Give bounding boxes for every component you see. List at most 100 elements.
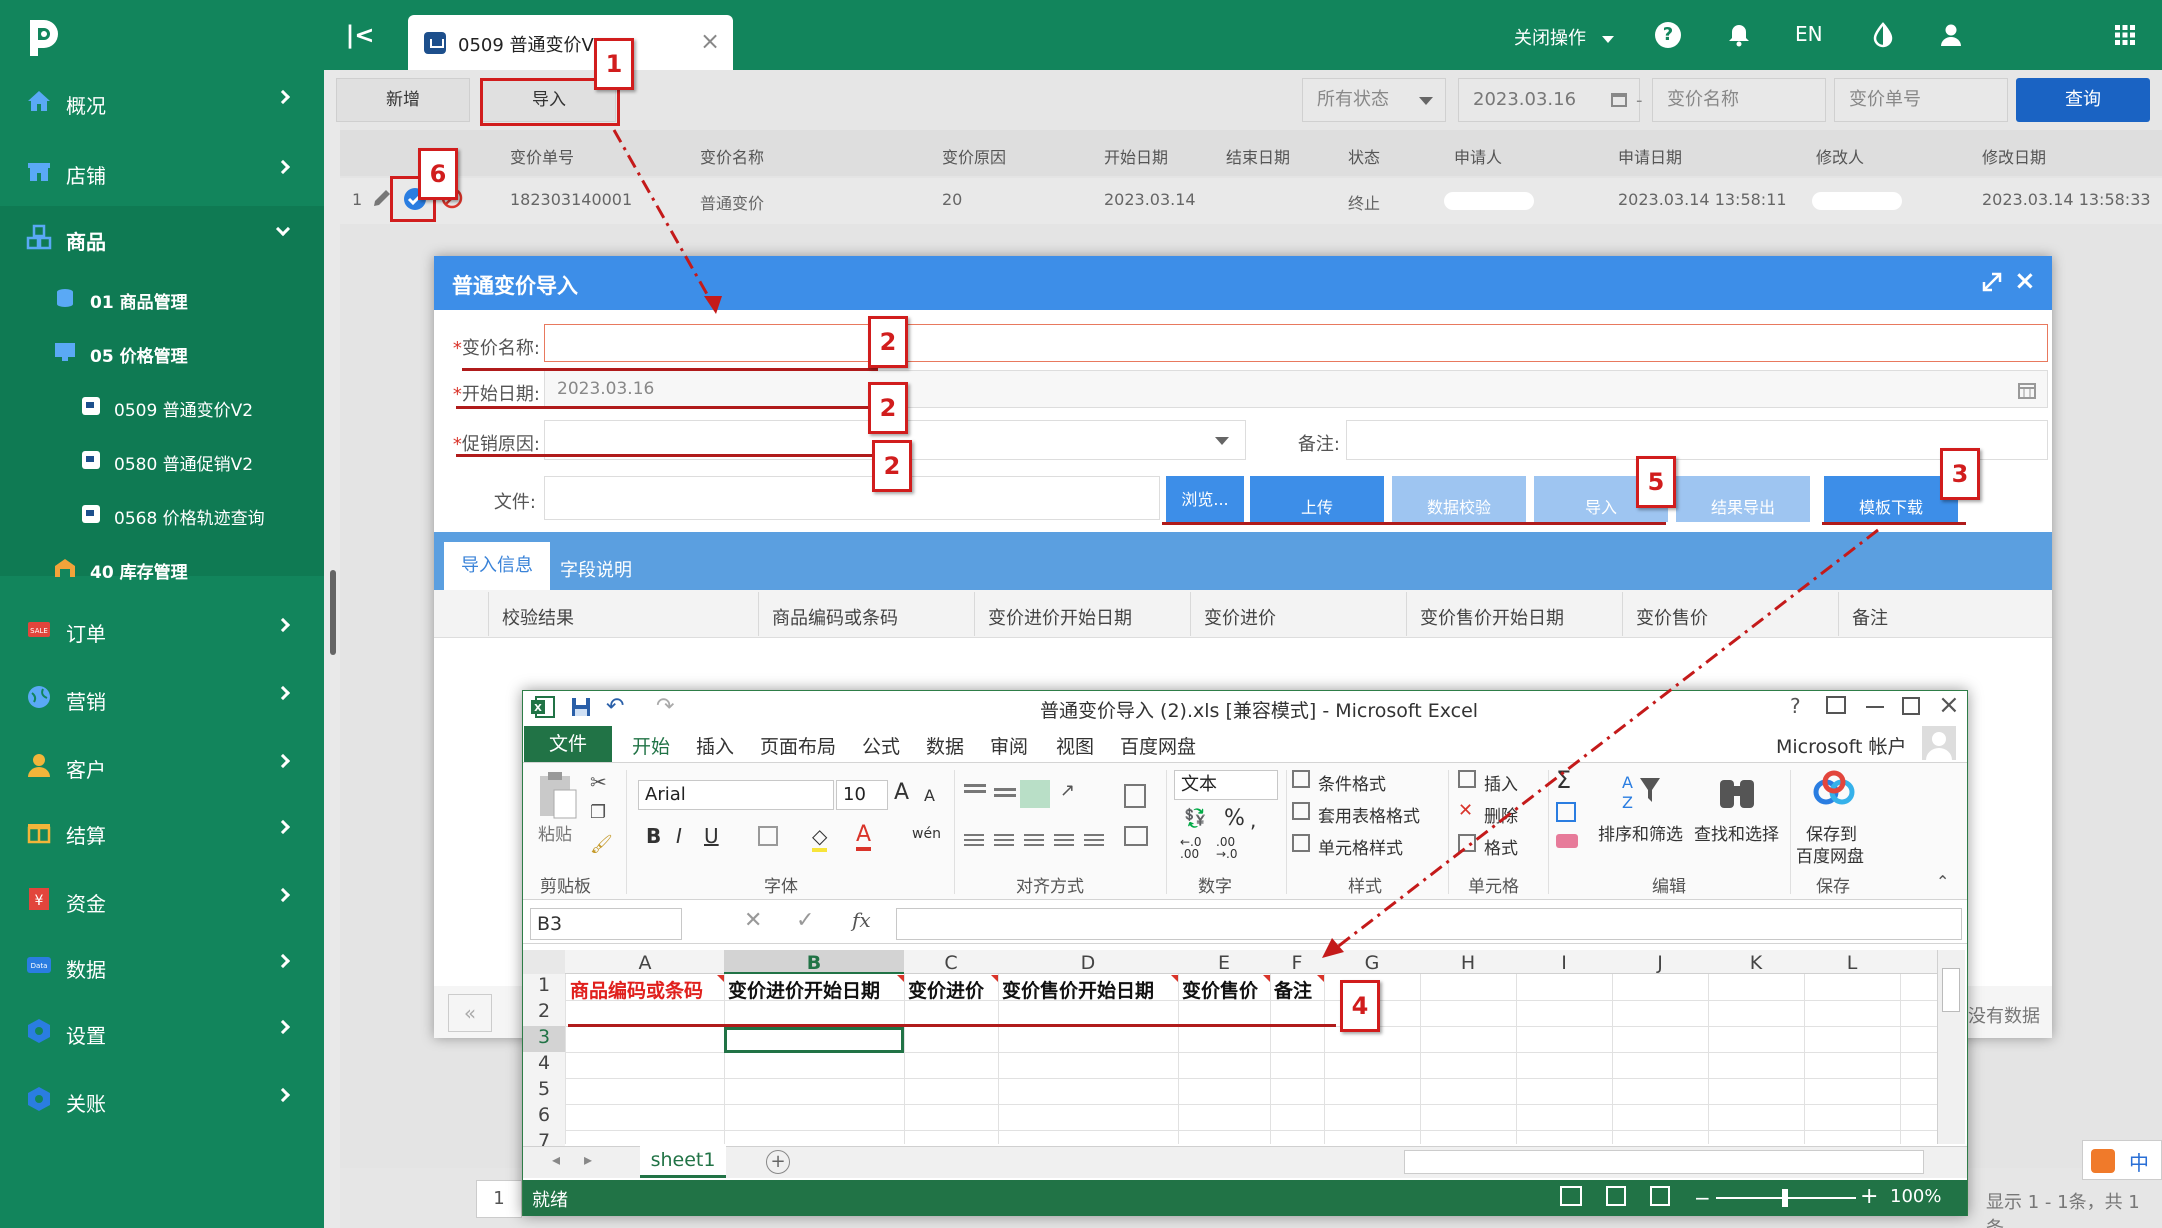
delete-cells-icon[interactable]: ✕ [1458, 800, 1473, 821]
zoom-slider-thumb[interactable] [1782, 1189, 1788, 1207]
decrease-indent-icon[interactable] [1054, 834, 1074, 836]
vertical-scrollbar[interactable] [1937, 950, 1965, 1144]
undo-icon[interactable]: ↶ [606, 694, 624, 719]
comma-style-icon[interactable]: , [1250, 808, 1256, 832]
table-format-icon[interactable] [1292, 802, 1310, 820]
maximize-icon[interactable] [1982, 272, 2002, 292]
selected-cell-b3[interactable] [724, 1027, 904, 1053]
sidebar-item-close-account[interactable]: 关账 [0, 1068, 324, 1132]
sidebar-scrollbar[interactable] [330, 570, 336, 655]
cell-d1[interactable]: 变价售价开始日期 [1002, 976, 1154, 1003]
ribbon-tab-insert[interactable]: 插入 [696, 732, 734, 759]
format-cells-button[interactable]: 格式 [1484, 834, 1518, 859]
column-f[interactable]: F [1270, 952, 1324, 974]
excel-close-icon[interactable]: × [1938, 690, 1960, 720]
orientation-icon[interactable]: ↗ [1060, 780, 1075, 801]
column-d[interactable]: D [998, 952, 1178, 974]
sidebar-item-stores[interactable]: 店铺 [0, 140, 324, 204]
validate-button[interactable]: 数据校验 [1392, 476, 1526, 522]
account-menu[interactable]: Microsoft 帐户 [1776, 732, 1907, 759]
tab-close-icon[interactable]: × [700, 27, 720, 55]
percent-icon[interactable]: % [1224, 806, 1245, 831]
dialog-close-icon[interactable]: × [2014, 266, 2036, 296]
calendar-icon[interactable] [2017, 380, 2037, 400]
sidebar-subsub-price-track[interactable]: 0568 价格轨迹查询 [0, 488, 324, 542]
horizontal-scrollbar[interactable] [1404, 1150, 1924, 1174]
merge-center-icon[interactable] [1124, 826, 1148, 846]
shrink-font-icon[interactable]: A [924, 786, 935, 805]
conditional-format-button[interactable]: 条件格式 [1318, 770, 1386, 795]
italic-icon[interactable]: I [676, 824, 682, 848]
column-a[interactable]: A [566, 952, 724, 974]
align-bottom-icon[interactable] [1020, 780, 1050, 808]
sidebar-item-funds[interactable]: ¥ 资金 [0, 868, 324, 932]
align-right-icon[interactable] [1024, 834, 1044, 836]
language-switch[interactable]: EN [1795, 22, 1823, 46]
sort-filter-icon[interactable]: AZ [1620, 770, 1664, 812]
cell-a1[interactable]: 商品编码或条码 [570, 976, 703, 1003]
add-button[interactable]: 新增 [336, 78, 470, 122]
wrap-text-icon[interactable] [1124, 784, 1146, 808]
ribbon-tab-baidu[interactable]: 百度网盘 [1120, 732, 1196, 759]
apps-grid-icon[interactable] [2112, 22, 2138, 48]
col-purchase-start[interactable]: 变价进价开始日期 [988, 604, 1132, 630]
page-break-view-icon[interactable] [1650, 1186, 1670, 1206]
collapse-sidebar-button[interactable]: |< [345, 20, 375, 50]
tab-price-change-v2[interactable]: 0509 普通变价V2 × [408, 15, 733, 70]
increase-indent-icon[interactable] [1084, 834, 1104, 836]
zoom-level[interactable]: 100% [1890, 1186, 1941, 1207]
sidebar-item-overview[interactable]: 概况 [0, 70, 324, 134]
row-header-5[interactable]: 5 [523, 1078, 565, 1104]
sidebar-item-orders[interactable]: SALE 订单 [0, 598, 324, 662]
table-format-button[interactable]: 套用表格格式 [1318, 802, 1420, 827]
column-j[interactable]: J [1612, 952, 1708, 974]
format-painter-icon[interactable]: 🖌 [590, 834, 613, 855]
normal-view-icon[interactable] [1560, 1186, 1582, 1206]
select-all-corner[interactable] [523, 950, 565, 974]
ribbon-display-icon[interactable] [1826, 696, 1846, 714]
export-result-button[interactable]: 结果导出 [1676, 476, 1810, 522]
sidebar-item-data[interactable]: Data 数据 [0, 934, 324, 998]
add-sheet-icon[interactable]: + [766, 1150, 790, 1174]
grid-col-name[interactable]: 变价名称 [700, 144, 764, 168]
ribbon-tab-view[interactable]: 视图 [1056, 732, 1094, 759]
align-left-icon[interactable] [964, 834, 984, 836]
sidebar-sub-inventory[interactable]: 40 库存管理 [0, 542, 324, 596]
baidu-cloud-icon[interactable] [1812, 770, 1856, 810]
find-select-button[interactable]: 查找和选择 [1694, 820, 1779, 845]
price-change-name-field[interactable] [544, 324, 2048, 362]
grid-col-reason[interactable]: 变价原因 [942, 144, 1006, 168]
grid-col-no[interactable]: 变价单号 [510, 144, 574, 168]
file-path-field[interactable] [544, 476, 1160, 520]
pager-first-button[interactable]: « [448, 994, 492, 1032]
sort-filter-button[interactable]: 排序和筛选 [1598, 820, 1683, 845]
redo-icon[interactable]: ↷ [656, 694, 674, 719]
scroll-thumb[interactable] [1942, 968, 1960, 1012]
column-l[interactable]: L [1804, 952, 1900, 974]
sheet-nav-prev-icon[interactable]: ◂ [552, 1150, 560, 1169]
row-header-1[interactable]: 1 [523, 974, 565, 1000]
user-icon[interactable] [1938, 22, 1964, 48]
decrease-decimal-icon[interactable]: .00 →.0 [1216, 836, 1238, 860]
baidu-label[interactable]: 百度网盘 [1796, 842, 1864, 867]
zoom-out-icon[interactable]: − [1694, 1186, 1711, 1210]
cell-e1[interactable]: 变价售价 [1182, 976, 1258, 1003]
phonetic-icon[interactable]: wén [912, 826, 941, 842]
copy-icon[interactable]: ❐ [590, 802, 606, 823]
minimize-icon[interactable] [1866, 706, 1884, 708]
help-icon[interactable]: ? [1655, 22, 1681, 48]
font-color-icon[interactable]: A [856, 822, 872, 851]
ribbon-tab-data[interactable]: 数据 [926, 732, 964, 759]
number-format-select[interactable]: 文本 [1174, 770, 1278, 800]
ime-indicator[interactable]: 中 [2082, 1140, 2162, 1180]
increase-decimal-icon[interactable]: ←.0.00 [1180, 836, 1202, 860]
status-filter-select[interactable]: 所有状态 [1302, 78, 1446, 122]
date-filter-input[interactable]: 2023.03.16 [1458, 78, 1640, 122]
col-validate-result[interactable]: 校验结果 [502, 604, 574, 630]
insert-function-icon[interactable]: fx [852, 908, 871, 932]
ribbon-tab-review[interactable]: 审阅 [990, 732, 1028, 759]
cell-style-icon[interactable] [1292, 834, 1310, 852]
grid-col-applicant[interactable]: 申请人 [1454, 144, 1502, 168]
insert-cells-button[interactable]: 插入 [1484, 770, 1518, 795]
grid-col-status[interactable]: 状态 [1348, 144, 1380, 168]
